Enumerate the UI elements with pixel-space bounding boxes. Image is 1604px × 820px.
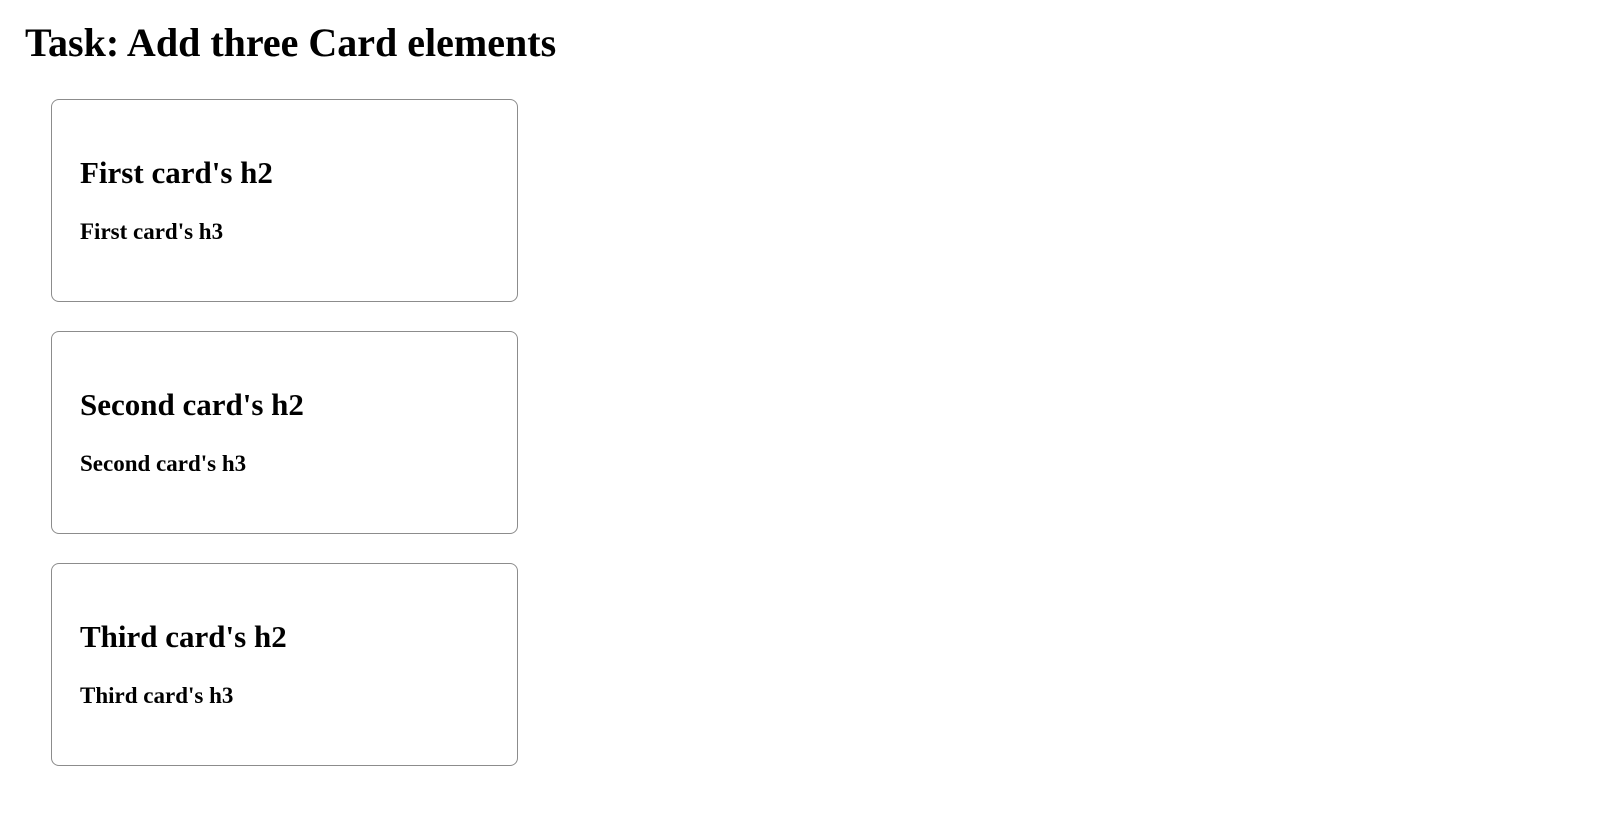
card-subheading: First card's h3 [80, 219, 224, 244]
card-subheading: Third card's h3 [80, 683, 234, 708]
card-heading: First card's h2 [80, 155, 273, 190]
card-list: First card's h2 First card's h3 Second c… [51, 99, 518, 766]
card-subheading: Second card's h3 [80, 451, 247, 476]
page-title: Task: Add three Card elements [25, 20, 557, 65]
card-heading: Second card's h2 [80, 387, 304, 422]
card-third: Third card's h2 Third card's h3 [51, 563, 518, 766]
card-first: First card's h2 First card's h3 [51, 99, 518, 302]
card-second: Second card's h2 Second card's h3 [51, 331, 518, 534]
card-heading: Third card's h2 [80, 619, 287, 654]
